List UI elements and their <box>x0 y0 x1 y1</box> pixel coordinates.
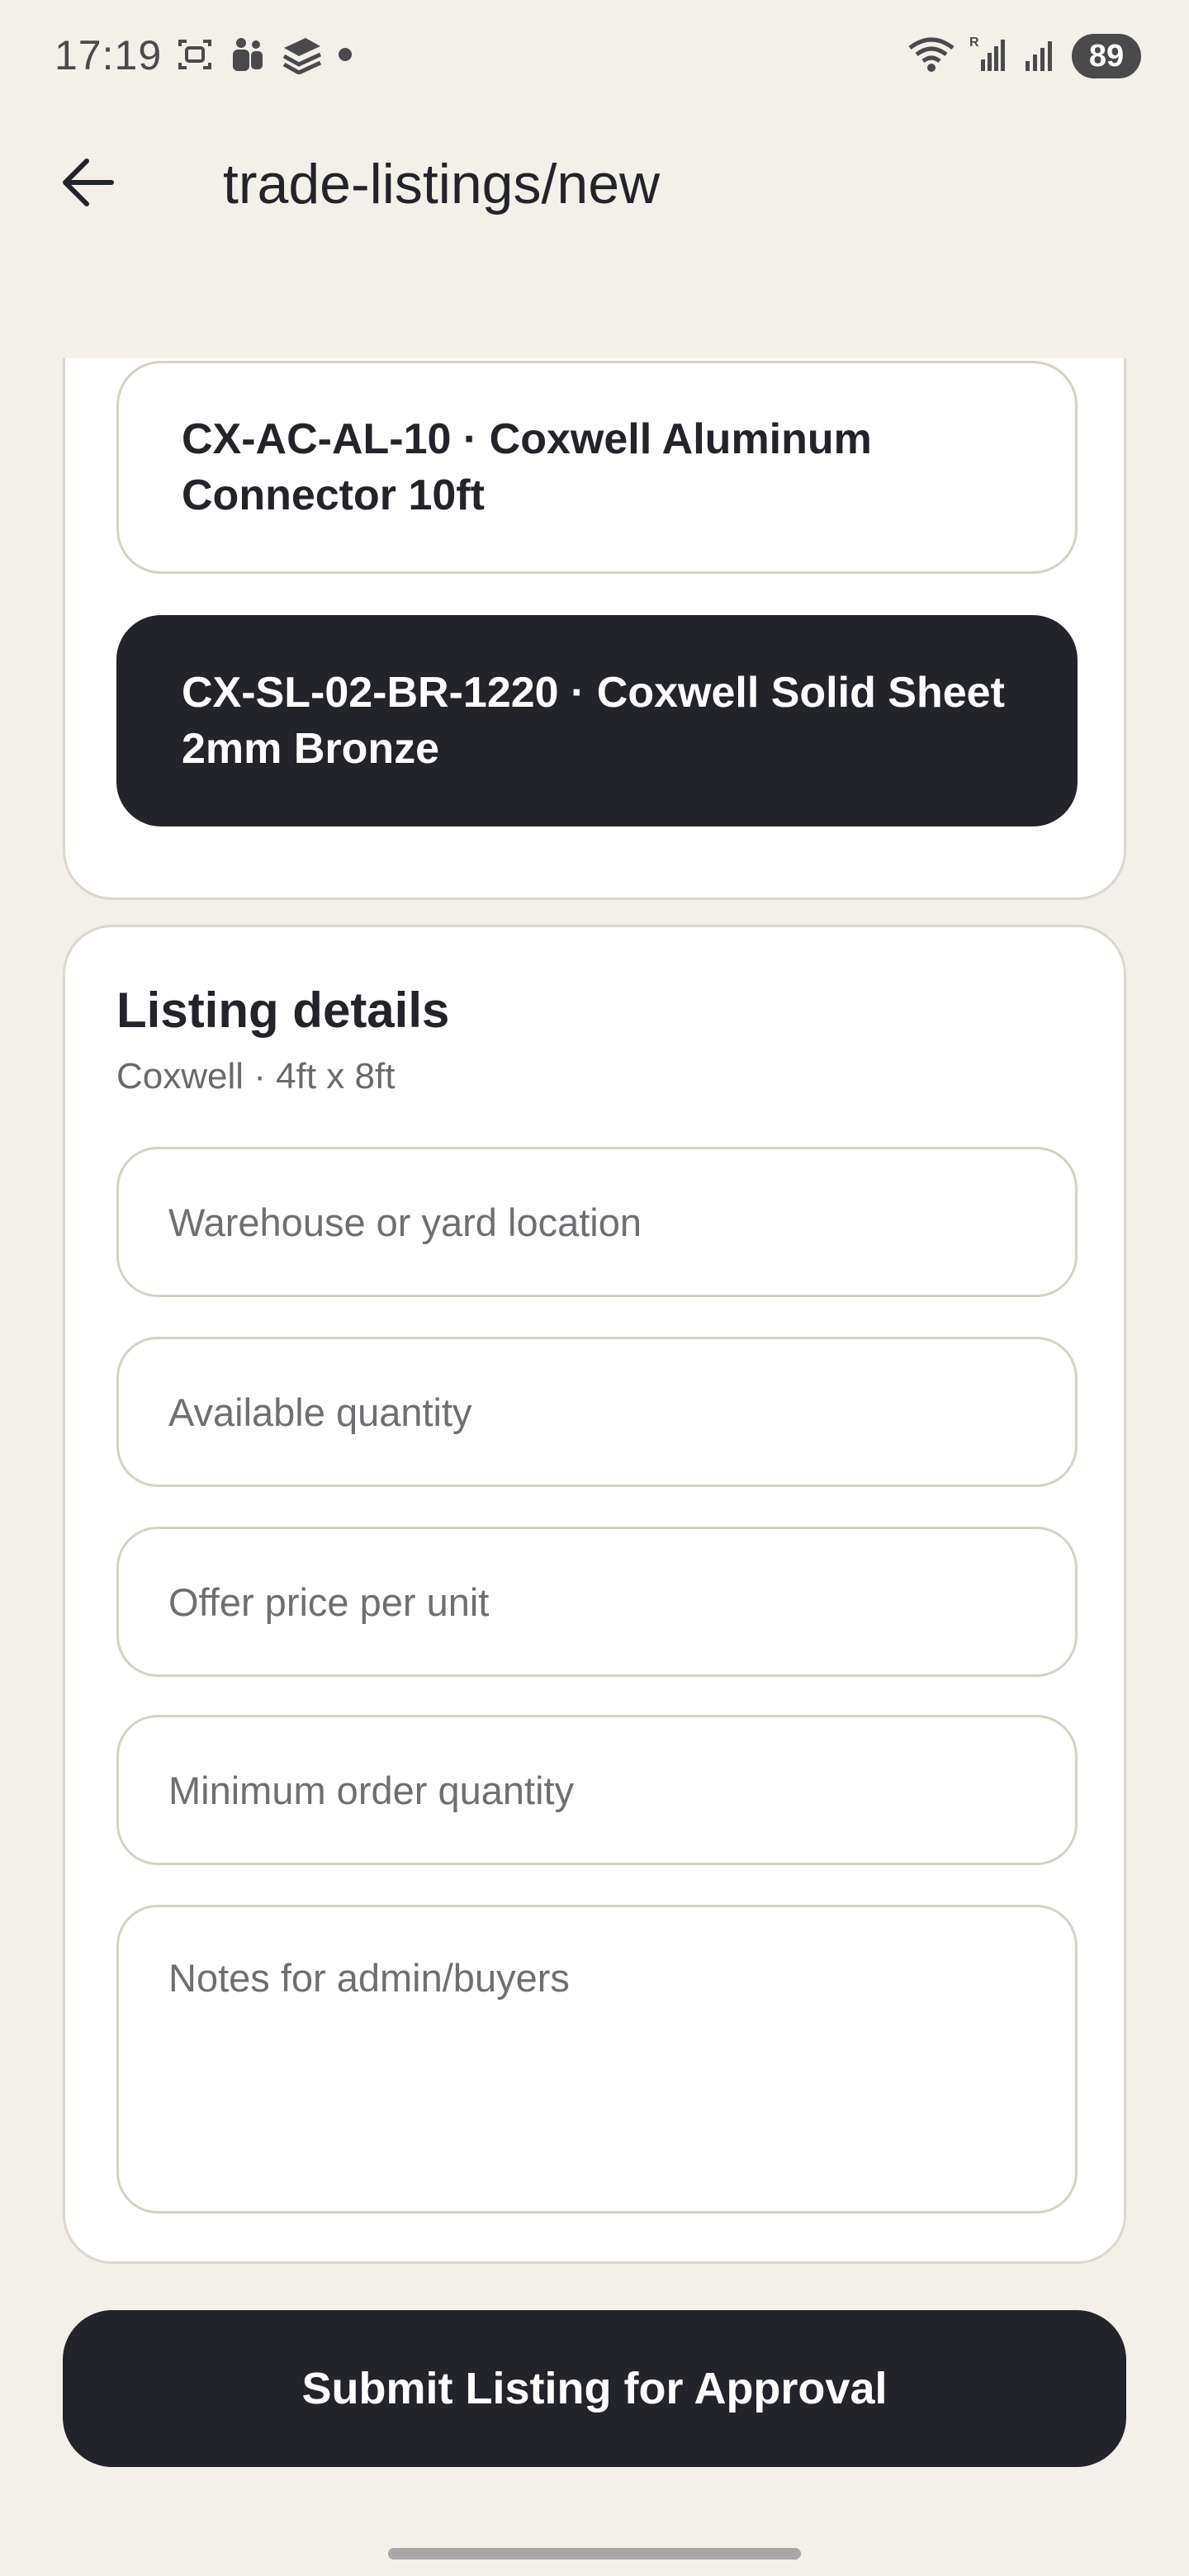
submit-listing-button[interactable]: Submit Listing for Approval <box>63 2310 1126 2467</box>
content-scroll[interactable]: CX-AC-AL-10 · Coxwell Aluminum Connector… <box>0 358 1189 2576</box>
wifi-icon <box>907 35 956 78</box>
svg-text:R: R <box>969 36 979 50</box>
product-option-label: CX-AC-AL-10 · Coxwell Aluminum Connector… <box>182 415 872 519</box>
section-subtitle: Coxwell · 4ft x 8ft <box>116 1056 396 1096</box>
signal-icon <box>1022 35 1059 78</box>
product-select-card: CX-AC-AL-10 · Coxwell Aluminum Connector… <box>63 358 1126 900</box>
notes-textarea[interactable] <box>116 1905 1078 2214</box>
battery-icon: 89 <box>1072 34 1141 78</box>
arrow-left-icon <box>59 158 116 211</box>
listing-details-card: Listing details Coxwell · 4ft x 8ft <box>63 925 1126 2264</box>
home-indicator[interactable] <box>388 2548 801 2559</box>
quantity-input[interactable] <box>116 1337 1078 1487</box>
submit-button-label: Submit Listing for Approval <box>301 2364 888 2413</box>
product-option-label: CX-SL-02-BR-1220 · Coxwell Solid Sheet 2… <box>182 669 1005 773</box>
back-button[interactable] <box>46 147 129 221</box>
location-input[interactable] <box>116 1147 1078 1297</box>
app-bar: trade-listings/new <box>0 129 1189 236</box>
people-icon <box>228 35 268 78</box>
product-option-solid-sheet-bronze[interactable]: CX-SL-02-BR-1220 · Coxwell Solid Sheet 2… <box>116 615 1078 826</box>
product-option-aluminum-connector[interactable]: CX-AC-AL-10 · Coxwell Aluminum Connector… <box>116 361 1078 574</box>
status-bar: 17:19 R 89 <box>0 0 1189 112</box>
signal-roaming-icon: R <box>969 35 1009 78</box>
page-title: trade-listings/new <box>223 153 661 215</box>
section-title: Listing details <box>116 983 450 1038</box>
layers-icon <box>281 35 324 78</box>
min-order-input[interactable] <box>116 1715 1078 1865</box>
status-icons-right: R 89 <box>907 31 1141 81</box>
screenshot-icon <box>175 35 215 78</box>
dot-icon <box>337 46 353 67</box>
price-input[interactable] <box>116 1527 1078 1677</box>
status-icons-left <box>175 33 353 79</box>
status-time: 17:19 <box>54 32 163 78</box>
